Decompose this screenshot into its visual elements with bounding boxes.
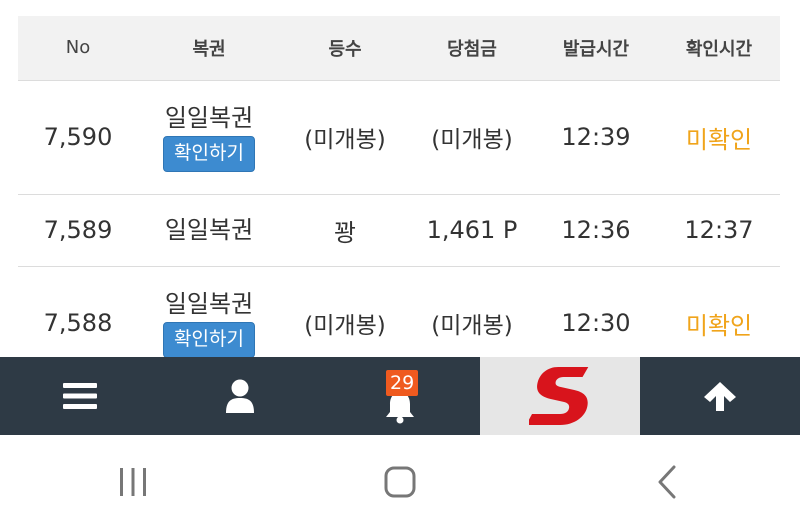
- table-row: 7,590 일일복권 확인하기 (미개봉) (미개봉) 12:39 미확인: [18, 79, 780, 194]
- row-ticket-cell: 일일복권 확인하기: [138, 79, 280, 194]
- row-prize: (미개봉): [410, 79, 534, 194]
- row-confirm-time: 12:37: [658, 193, 780, 266]
- row-prize: 1,461 P: [410, 193, 534, 266]
- row-ticket-name: 일일복권: [164, 216, 254, 244]
- home-icon: [384, 466, 416, 498]
- notifications-button[interactable]: 29: [320, 357, 480, 435]
- header-no: No: [65, 37, 91, 59]
- row-rank: (미개봉): [280, 79, 410, 194]
- scroll-top-button[interactable]: [640, 357, 800, 435]
- table-header-row: No 복권 등수 당첨금 발급시간 확인시간: [18, 16, 780, 80]
- back-icon: [658, 465, 676, 499]
- header-confirm-time: 확인시간: [685, 38, 753, 60]
- brand-home-button[interactable]: [480, 357, 640, 435]
- menu-button[interactable]: [0, 357, 160, 435]
- recents-button[interactable]: [73, 452, 193, 512]
- arrow-up-icon: [704, 382, 736, 411]
- row-ticket-name: 일일복권: [164, 104, 254, 132]
- notification-count-badge: 29: [386, 370, 419, 396]
- row-ticket-name: 일일복권: [164, 290, 254, 319]
- user-icon: [226, 379, 254, 413]
- header-prize: 당첨금: [447, 38, 497, 60]
- row-issued-time: 12:36: [534, 193, 658, 266]
- header-rank: 등수: [328, 38, 362, 60]
- row-no: 7,589: [18, 193, 138, 266]
- red-s-logo: [529, 367, 589, 425]
- recents-icon: [120, 468, 147, 496]
- row-issued-time: 12:39: [534, 79, 658, 194]
- header-ticket: 복권: [192, 38, 226, 60]
- row-rank: 꽝: [280, 193, 410, 266]
- confirm-button[interactable]: 확인하기: [163, 322, 255, 359]
- home-button[interactable]: [340, 452, 460, 512]
- user-button[interactable]: [160, 357, 320, 435]
- table-row: 7,589 일일복권 꽝 1,461 P 12:36 12:37: [18, 193, 780, 266]
- row-no: 7,590: [18, 79, 138, 194]
- header-issued-time: 발급시간: [562, 38, 630, 60]
- back-button[interactable]: [607, 452, 727, 512]
- lottery-history-table: No 복권 등수 당첨금 발급시간 확인시간 7,590 일일복권 확인하기 (…: [18, 16, 780, 380]
- system-navigation-bar: [0, 435, 800, 529]
- row-confirm-status: 미확인: [658, 79, 780, 194]
- hamburger-menu-icon: [63, 383, 97, 409]
- lottery-history-table-wrapper: No 복권 등수 당첨금 발급시간 확인시간 7,590 일일복권 확인하기 (…: [18, 16, 780, 380]
- bottom-nav-bar: 29: [0, 357, 800, 435]
- row-ticket-cell: 일일복권: [138, 193, 280, 266]
- confirm-button[interactable]: 확인하기: [163, 136, 255, 172]
